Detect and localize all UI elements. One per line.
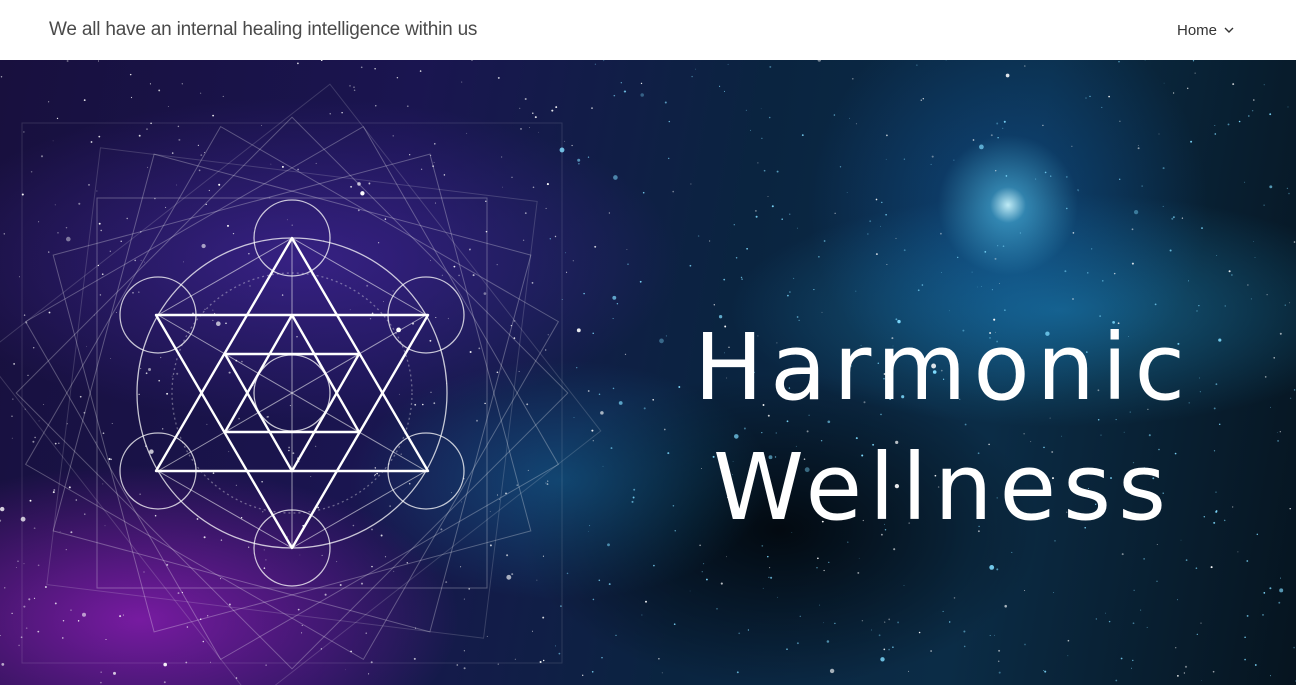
hero-title-line1: Harmonic bbox=[693, 314, 1193, 421]
chevron-down-icon bbox=[1224, 27, 1234, 33]
site-tagline: We all have an internal healing intellig… bbox=[49, 19, 478, 40]
hero-title-line2: Wellness bbox=[712, 434, 1174, 541]
hero-title: Harmonic Wellness bbox=[610, 308, 1276, 548]
hero-banner: Harmonic Wellness bbox=[0, 60, 1296, 685]
nav-home-label: Home bbox=[1176, 21, 1217, 39]
site-header: We all have an internal healing intellig… bbox=[0, 0, 1296, 60]
nav-menu-home[interactable]: Home bbox=[1177, 22, 1234, 39]
